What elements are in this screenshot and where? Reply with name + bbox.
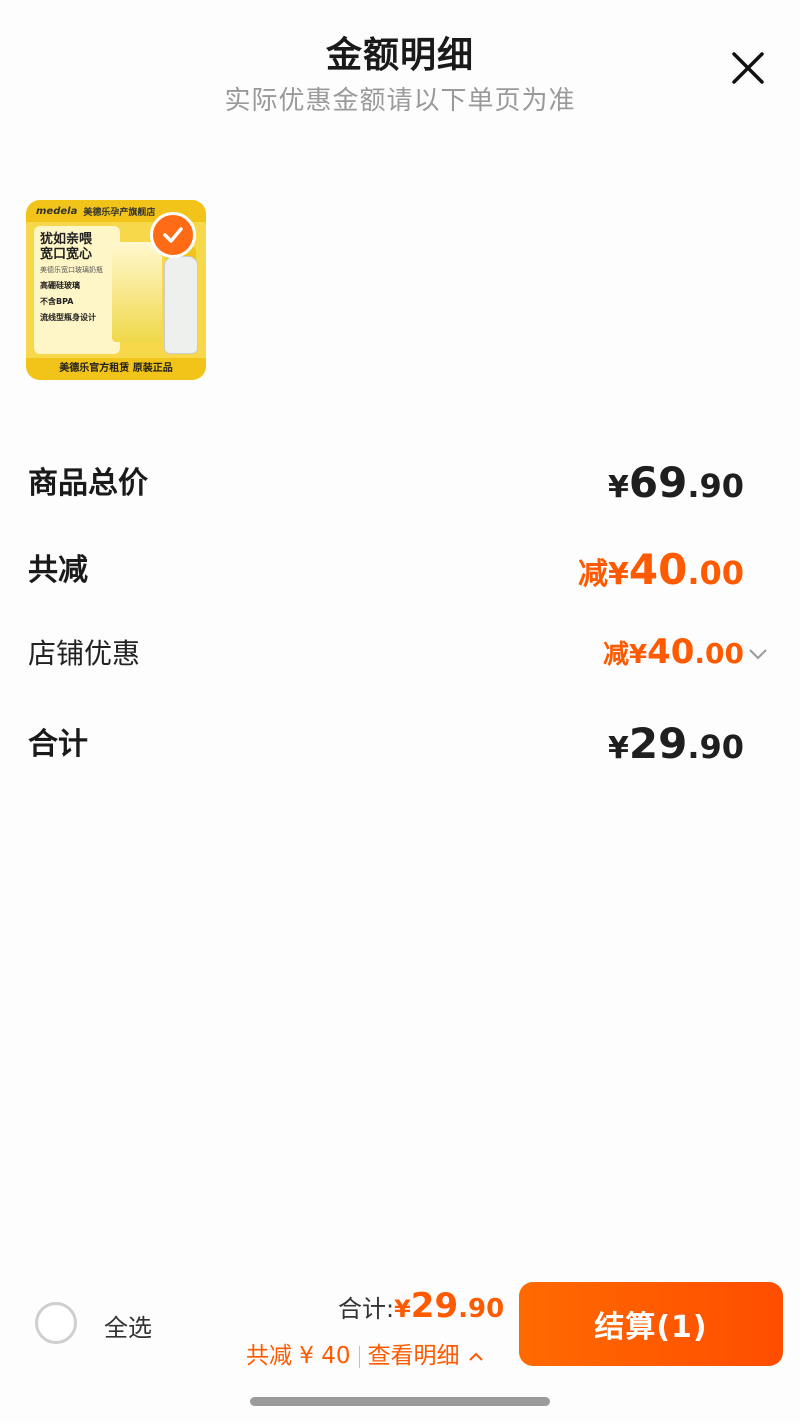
thumb-product-name: 美德乐宽口玻璃奶瓶 — [40, 266, 103, 274]
thumb-headline-1: 犹如亲喂 — [40, 232, 93, 247]
sum-amount: ¥29.90 — [608, 719, 744, 768]
amount-integer: 40 — [647, 632, 695, 672]
chevron-down-icon[interactable] — [746, 642, 770, 666]
select-all-label[interactable]: 全选 — [104, 1308, 152, 1343]
total-integer: 29 — [410, 1286, 459, 1326]
currency-symbol: ¥ — [394, 1295, 411, 1323]
thumb-headline-2: 宽口宽心 — [40, 247, 93, 262]
view-detail-link[interactable]: 查看明细 — [368, 1343, 460, 1369]
amount-decimal: .00 — [687, 554, 744, 592]
reduce-prefix: 减¥ — [602, 640, 648, 670]
currency-symbol: ¥ — [607, 731, 629, 766]
page-subtitle: 实际优惠金额请以下单页为准 — [224, 86, 576, 116]
store-name: 美德乐孕产旗舰店 — [83, 207, 156, 218]
page-title: 金额明细 — [325, 35, 474, 76]
close-icon — [732, 52, 764, 84]
total-reduce-label: 共减 — [28, 553, 88, 588]
bottom-discount-line: 共减 ¥ 40 查看明细 — [246, 1336, 485, 1370]
amount-integer: 40 — [628, 545, 688, 594]
checkout-button[interactable]: 结算(1) — [519, 1282, 783, 1366]
currency-symbol: ¥ — [607, 470, 629, 505]
check-icon — [163, 227, 183, 243]
thumb-footer: 美德乐官方租赁 原装正品 — [26, 358, 206, 380]
sum-label: 合计 — [28, 727, 88, 762]
total-label: 合计: — [338, 1295, 395, 1323]
amount-decimal: .90 — [687, 467, 744, 505]
product-box-image — [112, 242, 162, 342]
store-discount-label: 店铺优惠 — [28, 637, 141, 670]
thumb-feature: 流线型瓶身设计 — [40, 313, 96, 322]
select-all-radio[interactable] — [35, 1302, 77, 1344]
amount-integer: 69 — [628, 458, 688, 507]
amount-decimal: .90 — [687, 728, 744, 766]
divider — [358, 1345, 360, 1368]
total-decimal: .90 — [458, 1294, 505, 1324]
close-button[interactable] — [726, 46, 770, 90]
reduce-prefix: 减¥ — [577, 557, 629, 592]
goods-total-label: 商品总价 — [28, 466, 148, 501]
row-sum: 合计 ¥29.90 — [28, 719, 744, 779]
home-indicator[interactable] — [250, 1397, 550, 1406]
row-store-discount[interactable]: 店铺优惠 减¥40.00 — [28, 632, 767, 692]
sheet-header: 金额明细 实际优惠金额请以下单页为准 — [0, 0, 800, 130]
selected-check-icon[interactable] — [150, 212, 196, 258]
goods-total-amount: ¥69.90 — [608, 458, 744, 507]
row-goods-total: 商品总价 ¥69.90 — [28, 458, 744, 518]
row-total-reduce: 共减 减¥40.00 — [28, 545, 744, 605]
discount-text: 共减 ¥ 40 — [246, 1343, 351, 1369]
thumb-feature: 不含BPA — [40, 297, 74, 306]
bottom-total: 合计:¥29.90 — [338, 1286, 504, 1326]
product-thumbnail[interactable]: medela 美德乐孕产旗舰店 犹如亲喂 宽口宽心 美德乐宽口玻璃奶瓶 高硼硅玻… — [26, 200, 206, 380]
amount-integer: 29 — [628, 719, 688, 768]
store-discount-amount: 减¥40.00 — [603, 632, 744, 672]
thumb-panel: 犹如亲喂 宽口宽心 美德乐宽口玻璃奶瓶 高硼硅玻璃 不含BPA 流线型瓶身设计 — [34, 226, 120, 354]
total-reduce-amount: 减¥40.00 — [578, 545, 744, 594]
bottle-image — [164, 256, 198, 354]
chevron-up-icon[interactable] — [467, 1348, 485, 1366]
thumb-feature: 高硼硅玻璃 — [40, 281, 80, 290]
amount-decimal: .00 — [694, 637, 744, 670]
brand-logo: medela — [36, 205, 78, 217]
